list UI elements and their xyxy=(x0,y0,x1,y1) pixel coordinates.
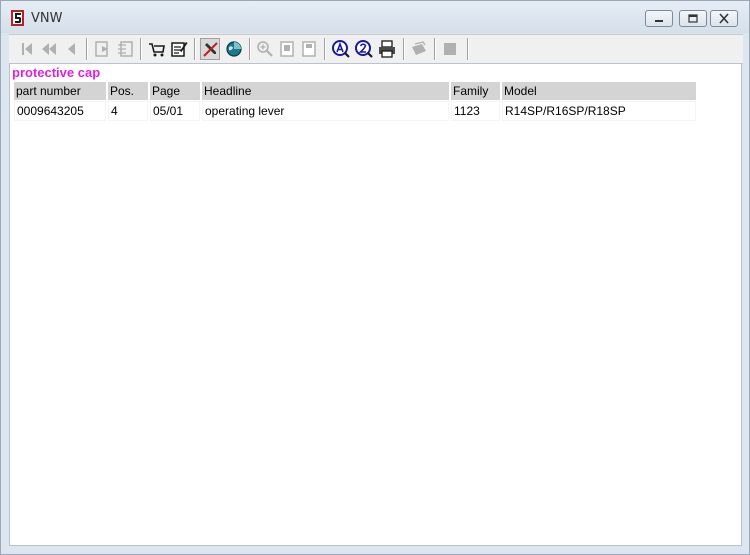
table-row[interactable]: 0009643205 4 05/01 operating lever 1123 … xyxy=(14,101,696,121)
edit-note-icon[interactable] xyxy=(169,39,189,59)
cell-pos[interactable]: 4 xyxy=(108,101,148,121)
minimize-icon xyxy=(655,20,663,22)
shopping-cart-icon[interactable] xyxy=(147,39,167,59)
table-header-row: part number Pos. Page Headline Family Mo… xyxy=(14,82,696,100)
export-left-icon[interactable] xyxy=(93,39,113,59)
first-record-icon[interactable] xyxy=(17,39,37,59)
toolbar-separator xyxy=(403,38,405,60)
toolbar-separator xyxy=(140,38,142,60)
print-icon[interactable] xyxy=(377,39,397,59)
column-header-family[interactable]: Family xyxy=(451,82,500,100)
stack-icon[interactable] xyxy=(409,39,429,59)
cell-page[interactable]: 05/01 xyxy=(150,101,200,121)
previous-record-icon[interactable] xyxy=(61,39,81,59)
toolbar-separator xyxy=(434,38,436,60)
title-bar[interactable]: VNW xyxy=(1,1,749,33)
maximize-button[interactable] xyxy=(679,10,707,27)
part-title: protective cap xyxy=(12,65,101,80)
cell-family[interactable]: 1123 xyxy=(451,101,500,121)
column-header-part-number[interactable]: part number xyxy=(14,82,106,100)
pencil-tool-icon[interactable] xyxy=(200,38,220,60)
app-window: VNW protective cap part number Pos. Page… xyxy=(0,0,750,555)
column-header-page[interactable]: Page xyxy=(150,82,200,100)
column-header-model[interactable]: Model xyxy=(502,82,696,100)
page-alt-icon[interactable] xyxy=(299,39,319,59)
window-title: VNW xyxy=(31,11,63,26)
column-header-headline[interactable]: Headline xyxy=(202,82,449,100)
column-header-pos[interactable]: Pos. xyxy=(108,82,148,100)
cell-part-number[interactable]: 0009643205 xyxy=(14,101,106,121)
block-icon[interactable] xyxy=(440,39,460,59)
toolbar-separator xyxy=(194,38,196,60)
toolbar xyxy=(9,34,743,64)
globe-icon[interactable] xyxy=(224,39,244,59)
cell-headline-link[interactable]: operating lever xyxy=(202,101,449,121)
zoom-in-icon[interactable] xyxy=(255,39,275,59)
parts-table: part number Pos. Page Headline Family Mo… xyxy=(12,81,698,122)
restore-icon xyxy=(688,14,698,23)
search-2-icon[interactable] xyxy=(354,39,374,59)
toolbar-separator xyxy=(324,38,326,60)
toolbar-separator xyxy=(86,38,88,60)
toolbar-separator xyxy=(249,38,251,60)
toolbar-separator xyxy=(467,38,469,60)
close-icon xyxy=(719,13,729,24)
search-a-icon[interactable] xyxy=(331,39,351,59)
cell-model[interactable]: R14SP/R16SP/R18SP xyxy=(502,101,696,121)
export-right-icon[interactable] xyxy=(115,39,135,59)
close-button[interactable] xyxy=(710,10,738,27)
previous-page-icon[interactable] xyxy=(39,39,59,59)
parts-list-panel: protective cap part number Pos. Page Hea… xyxy=(9,63,742,546)
app-logo-icon xyxy=(10,9,26,27)
page-icon[interactable] xyxy=(277,39,297,59)
minimize-button[interactable] xyxy=(645,10,673,27)
